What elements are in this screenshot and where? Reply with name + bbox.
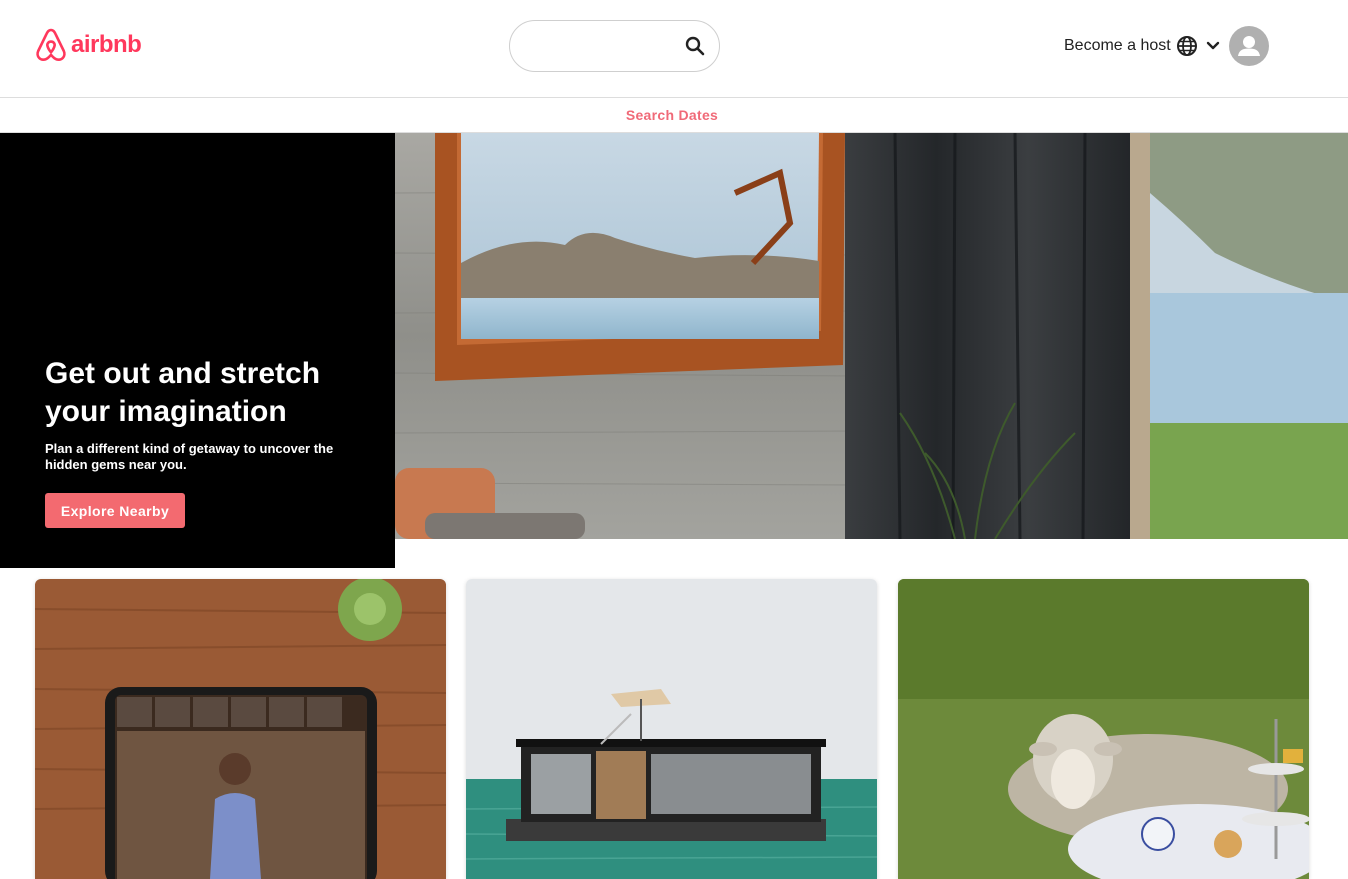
chevron-down-icon [1206,41,1220,50]
search-input[interactable] [530,37,690,55]
hero-title: Get out and stretch your imagination [45,357,321,428]
search-dates-link[interactable]: Search Dates [0,107,1344,123]
cabin-window-image [395,133,1348,539]
explore-nearby-button[interactable]: Explore Nearby [45,493,185,528]
profile-menu-button[interactable] [1205,38,1223,54]
online-experience-image [35,579,446,879]
search-button[interactable] [683,34,707,58]
hero-subtitle: Plan a different kind of getaway to unco… [45,441,334,472]
sub-navigation: Search Dates [0,98,1348,133]
airbnb-logo-icon [36,28,66,62]
houseboat-image [466,579,877,879]
user-icon [1238,36,1260,56]
experience-card-online[interactable] [35,579,446,879]
sheep-tea-image [898,579,1309,879]
language-button[interactable] [1176,35,1198,57]
header: airbnb Become a host [0,0,1348,98]
hero-panel: Get out and stretch your imagination Pla… [0,133,395,568]
brand-name: airbnb [71,31,142,58]
hero-image [395,133,1348,539]
search-bar[interactable] [509,20,720,72]
experience-card-sheep-tea[interactable] [898,579,1309,879]
airbnb-logo[interactable]: airbnb [35,27,142,63]
globe-icon [1177,36,1197,56]
avatar[interactable] [1229,26,1269,66]
experience-card-houseboat[interactable] [466,579,877,879]
search-icon [685,36,705,56]
become-a-host-link[interactable]: Become a host [1064,36,1171,56]
